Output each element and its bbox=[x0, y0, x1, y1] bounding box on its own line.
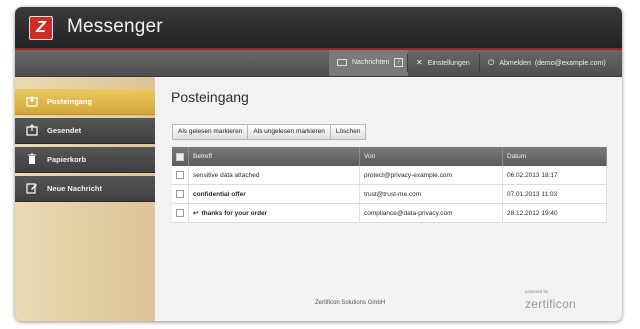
app-logo: Z bbox=[29, 16, 53, 40]
sidebar-item-label: Neue Nachricht bbox=[47, 184, 103, 193]
table-row[interactable]: sensitive data attached protect@privacy-… bbox=[172, 166, 607, 185]
mark-unread-button[interactable]: Als ungelesen markieren bbox=[247, 124, 331, 140]
row-select-cell bbox=[172, 166, 189, 185]
sidebar-item-label: Posteingang bbox=[47, 97, 93, 106]
column-date[interactable]: Datum bbox=[502, 147, 607, 166]
nav-logout[interactable]: ⏻ Abmelden (demo@example.com) bbox=[480, 50, 622, 76]
envelope-icon bbox=[337, 58, 347, 66]
nav-messages-label: Nachrichten bbox=[352, 59, 390, 66]
compose-icon bbox=[26, 183, 37, 194]
sidebar-item-inbox[interactable]: Posteingang bbox=[15, 89, 161, 115]
nav-logout-label: Abmelden bbox=[499, 59, 531, 67]
delete-button[interactable]: Löschen bbox=[329, 124, 367, 140]
row-date: 07.01.2013 11:03 bbox=[502, 184, 607, 204]
select-all-cell bbox=[172, 147, 189, 166]
sidebar-item-label: Gesendet bbox=[47, 126, 82, 135]
inbox-icon bbox=[26, 96, 38, 107]
trash-icon bbox=[28, 153, 36, 164]
top-nav: Nachrichten 7 ✕ Einstellungen ⏻ Abmelden (d… bbox=[15, 50, 622, 77]
power-icon: ⏻ bbox=[488, 58, 495, 67]
row-subject[interactable]: sensitive data attached bbox=[188, 166, 360, 185]
main-panel: Posteingang Als gelesen markieren Als un… bbox=[155, 77, 622, 321]
row-subject: thanks for your order bbox=[201, 210, 268, 217]
message-table: Betreff Von Datum sensitive data attache… bbox=[172, 147, 607, 223]
sidebar: Posteingang Gesendet Papierkorb Neue Nac bbox=[15, 77, 161, 321]
nav-settings[interactable]: ✕ Einstellungen bbox=[408, 50, 480, 76]
select-all-checkbox[interactable] bbox=[176, 152, 184, 161]
table-row[interactable]: confidential offer trust@trust-me.com 07… bbox=[172, 184, 607, 204]
row-from: trust@trust-me.com bbox=[359, 184, 503, 204]
wrench-icon: ✕ bbox=[416, 58, 423, 67]
sidebar-item-compose[interactable]: Neue Nachricht bbox=[15, 176, 155, 202]
mark-read-button[interactable]: Als gelesen markieren bbox=[172, 124, 249, 140]
table-row[interactable]: ↩ thanks for your order compliance@data-p… bbox=[172, 203, 607, 223]
sidebar-item-sent[interactable]: Gesendet bbox=[15, 118, 155, 144]
row-select-cell bbox=[172, 203, 189, 223]
row-checkbox[interactable] bbox=[176, 171, 184, 179]
app-window: Z Messenger Nachrichten 7 ✕ Einstellungen … bbox=[15, 7, 622, 321]
replied-icon: ↩ bbox=[193, 210, 199, 217]
row-select-cell bbox=[172, 184, 189, 204]
toolbar: Als gelesen markieren Als ungelesen mark… bbox=[172, 124, 367, 140]
title-bar: Z Messenger bbox=[15, 7, 622, 50]
powered-by-label: powered by bbox=[525, 289, 549, 294]
row-subject[interactable]: confidential offer bbox=[188, 184, 360, 204]
row-from: compliance@data-privacy.com bbox=[359, 203, 503, 223]
column-subject[interactable]: Betreff bbox=[188, 147, 360, 166]
row-from: protect@privacy-example.com bbox=[359, 166, 503, 185]
row-date: 28.12.2012 19:40 bbox=[502, 203, 607, 223]
sidebar-item-trash[interactable]: Papierkorb bbox=[15, 147, 155, 173]
row-checkbox[interactable] bbox=[176, 209, 184, 217]
app-title: Messenger bbox=[67, 16, 163, 37]
page-title: Posteingang bbox=[171, 89, 249, 105]
row-date: 06.02.2013 18:17 bbox=[502, 166, 607, 185]
nav-messages[interactable]: Nachrichten 7 bbox=[329, 50, 408, 76]
account-email: (demo@example.com) bbox=[534, 59, 606, 67]
sent-icon bbox=[26, 124, 38, 136]
brand-logo: zertificon bbox=[525, 297, 577, 311]
unread-badge: 7 bbox=[394, 57, 404, 67]
row-subject-cell[interactable]: ↩ thanks for your order bbox=[188, 203, 360, 223]
row-checkbox[interactable] bbox=[176, 190, 184, 198]
column-from[interactable]: Von bbox=[359, 147, 503, 166]
table-header: Betreff Von Datum bbox=[172, 147, 607, 166]
sidebar-item-label: Papierkorb bbox=[47, 155, 87, 164]
nav-settings-label: Einstellungen bbox=[427, 59, 470, 67]
footer-company: Zertificon Solutions GmbH bbox=[315, 300, 386, 306]
